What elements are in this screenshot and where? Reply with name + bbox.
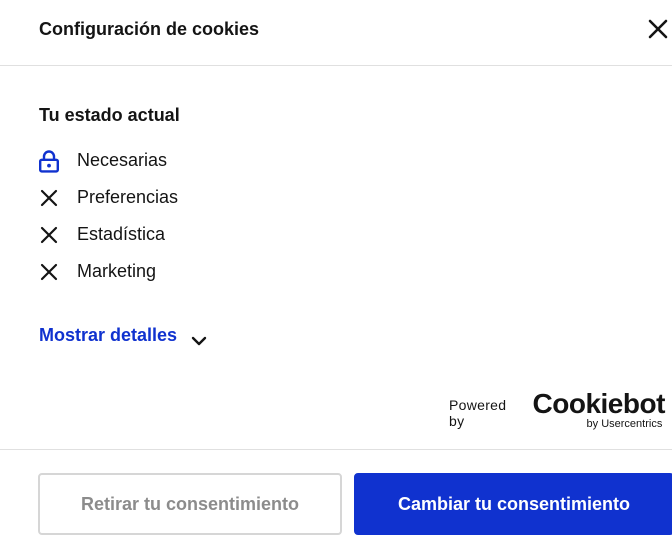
show-details-link[interactable]: Mostrar detalles (39, 325, 207, 346)
powered-by-text: Powered by (449, 397, 507, 429)
x-icon (38, 260, 60, 284)
powered-by: Powered by Cookiebot by Usercentrics (449, 388, 672, 435)
chevron-down-icon (191, 331, 207, 346)
cookiebot-logo-subtext: by Usercentrics (586, 418, 663, 430)
lock-icon (38, 149, 60, 173)
status-label: Necesarias (77, 150, 168, 170)
status-item-necessary: Necesarias (38, 142, 178, 179)
footer-divider (0, 449, 672, 450)
cookiebot-logo-text: Cookiebot (532, 388, 666, 419)
dialog-title: Configuración de cookies (39, 19, 260, 39)
x-icon (38, 223, 60, 247)
cookiebot-logo[interactable]: Cookiebot by Usercentrics (532, 388, 672, 435)
x-icon (38, 186, 60, 210)
close-icon[interactable] (646, 17, 670, 41)
change-consent-button[interactable]: Cambiar tu consentimiento (354, 473, 672, 535)
status-item-marketing: Marketing (38, 253, 178, 290)
status-item-preferences: Preferencias (38, 179, 178, 216)
withdraw-consent-button[interactable]: Retirar tu consentimiento (38, 473, 342, 535)
dialog-header: Configuración de cookies (0, 0, 672, 66)
show-details-label: Mostrar detalles (39, 325, 178, 345)
status-heading: Tu estado actual (39, 105, 180, 125)
status-label: Estadística (77, 224, 166, 244)
status-label: Preferencias (77, 187, 179, 207)
status-list: Necesarias Preferencias Estadística Mark… (38, 142, 178, 290)
status-item-statistics: Estadística (38, 216, 178, 253)
status-label: Marketing (77, 261, 157, 281)
